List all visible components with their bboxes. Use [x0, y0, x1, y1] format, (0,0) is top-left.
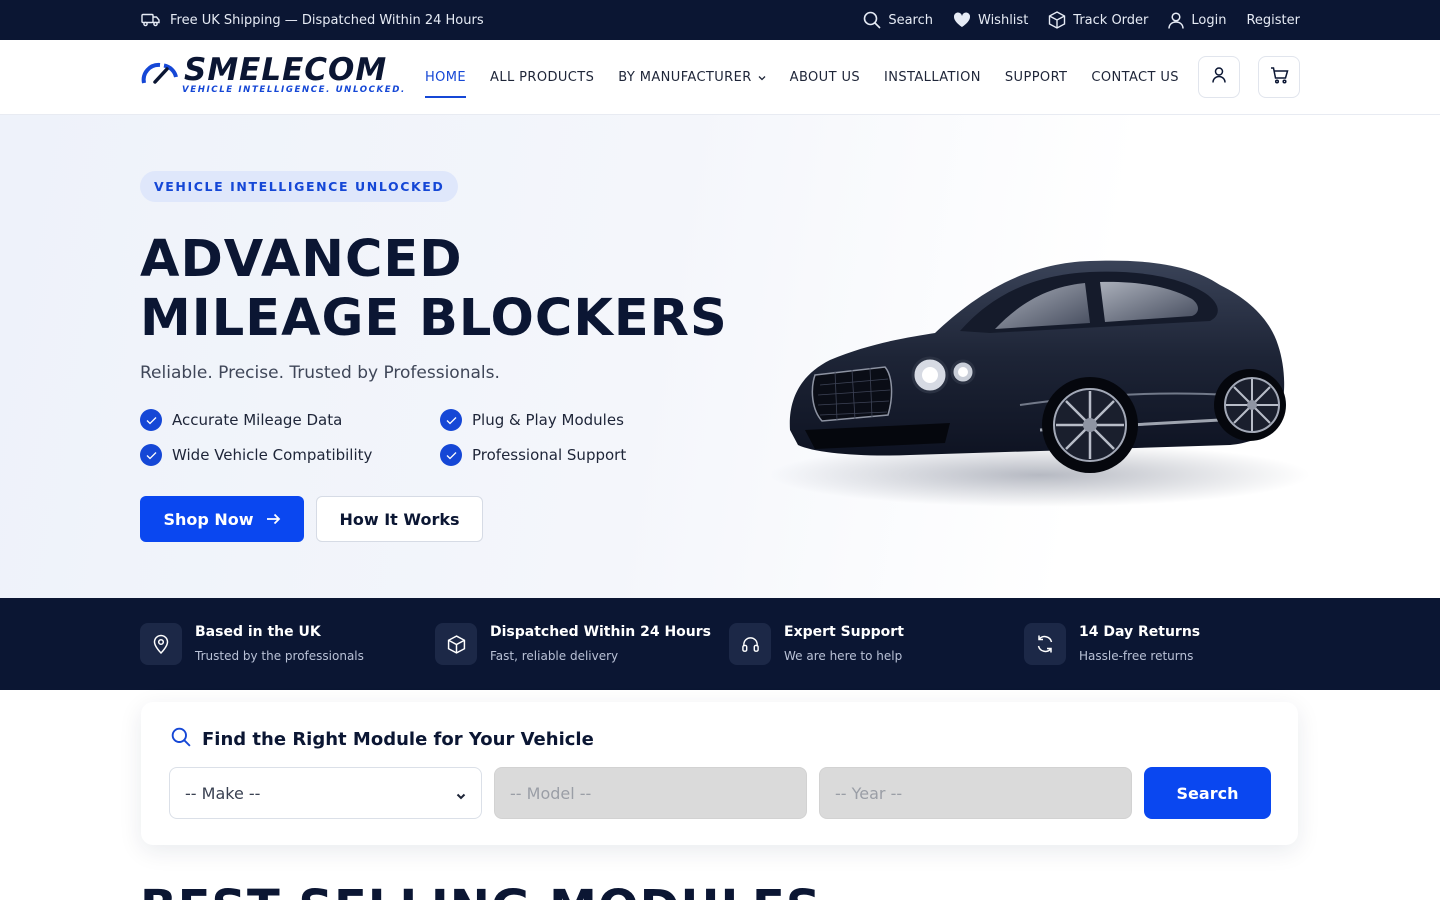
brand-name: SMELECOM	[184, 52, 388, 88]
benefit-title: Based in the UK	[195, 624, 321, 640]
hero-feature-label: Professional Support	[472, 446, 627, 464]
finder-title: Find the Right Module for Your Vehicle	[171, 727, 594, 752]
heart-icon	[953, 12, 971, 28]
check-icon	[140, 444, 162, 466]
benefit-subtitle: We are here to help	[784, 649, 903, 663]
nav-installation-label: INSTALLATION	[884, 70, 981, 85]
register-link[interactable]: Register	[1246, 13, 1300, 28]
nav-support-label: SUPPORT	[1004, 70, 1068, 85]
cart-icon	[1270, 66, 1289, 88]
best-selling-title: BEST SELLING MODULES	[140, 880, 821, 900]
track-order-label: Track Order	[1073, 12, 1149, 28]
hero-feature-label: Plug & Play Modules	[472, 411, 624, 429]
benefit-title: Dispatched Within 24 Hours	[490, 624, 712, 640]
speedometer-logo-icon	[140, 59, 180, 93]
user-icon	[1212, 67, 1226, 87]
wishlist-link[interactable]: Wishlist	[953, 12, 1028, 28]
hero-feature: Accurate Mileage Data	[140, 409, 342, 431]
benefit-item: 14 Day Returns Hassle-free returns	[1024, 623, 1200, 665]
finder-title-text: Find the Right Module for Your Vehicle	[202, 729, 594, 750]
model-select-value: -- Model --	[510, 783, 592, 803]
shipping-text: Free UK Shipping — Dispatched Within 24 …	[170, 12, 484, 28]
nav-by-manufacturer[interactable]: BY MANUFACTURER	[618, 40, 766, 115]
top-search-link[interactable]: Search	[863, 11, 933, 29]
search-icon	[863, 11, 881, 29]
benefit-item: Expert Support We are here to help	[729, 623, 904, 665]
track-order-link[interactable]: Track Order	[1048, 11, 1148, 29]
benefit-subtitle: Hassle-free returns	[1079, 649, 1194, 663]
user-icon	[1168, 11, 1185, 29]
box-icon	[435, 623, 477, 665]
brand-logo[interactable]: SMELECOM VEHICLE INTELLIGENCE. UNLOCKED.	[140, 52, 404, 98]
hero-feature-label: Wide Vehicle Compatibility	[172, 446, 373, 464]
nav-by-manufacturer-label: BY MANUFACTURER	[618, 70, 752, 85]
nav-contact-us-label: CONTACT US	[1091, 70, 1179, 85]
nav-installation[interactable]: INSTALLATION	[884, 40, 981, 115]
truck-icon	[141, 13, 160, 27]
hero-car-image	[770, 260, 1310, 507]
top-search-label: Search	[888, 12, 933, 28]
location-pin-icon	[140, 623, 182, 665]
nav-about-us-label: ABOUT US	[789, 70, 861, 85]
register-label: Register	[1246, 12, 1300, 28]
main-navigation: HOME ALL PRODUCTS BY MANUFACTURER ABOUT …	[425, 40, 1203, 115]
finder-search-label: Search	[1176, 783, 1239, 803]
check-icon	[440, 409, 462, 431]
top-links: Search Wishlist Track Order Login Regist…	[843, 0, 1300, 40]
chevron-down-icon	[758, 70, 766, 85]
benefit-item: Dispatched Within 24 Hours Fast, reliabl…	[435, 623, 711, 665]
hero-title-line-1: ADVANCED	[140, 230, 463, 289]
make-select-value: -- Make --	[185, 783, 261, 803]
nav-home[interactable]: HOME	[425, 40, 467, 115]
benefit-title: 14 Day Returns	[1079, 624, 1201, 640]
check-icon	[140, 409, 162, 431]
check-icon	[440, 444, 462, 466]
vehicle-finder: Find the Right Module for Your Vehicle -…	[141, 702, 1298, 845]
year-select[interactable]: -- Year --	[819, 767, 1132, 819]
make-select[interactable]: -- Make --	[169, 767, 482, 819]
login-link[interactable]: Login	[1168, 11, 1227, 29]
nav-home-label: HOME	[425, 70, 467, 85]
nav-all-products-label: ALL PRODUCTS	[490, 70, 595, 85]
hero-title: ADVANCED MILEAGE BLOCKERS	[140, 230, 728, 348]
nav-about-us[interactable]: ABOUT US	[790, 40, 860, 115]
chevron-down-icon	[455, 787, 467, 806]
nav-all-products[interactable]: ALL PRODUCTS	[490, 40, 594, 115]
how-it-works-label: How It Works	[339, 509, 460, 529]
hero-feature: Professional Support	[440, 444, 626, 466]
headset-icon	[729, 623, 771, 665]
year-select-value: -- Year --	[835, 783, 903, 803]
hero-title-line-2: MILEAGE BLOCKERS	[140, 289, 728, 348]
refresh-icon	[1024, 623, 1066, 665]
nav-contact-us[interactable]: CONTACT US	[1091, 40, 1179, 115]
hero-section: VEHICLE INTELLIGENCE UNLOCKED ADVANCED M…	[0, 115, 1440, 598]
hero-feature-label: Accurate Mileage Data	[172, 411, 343, 429]
search-icon	[171, 727, 191, 752]
benefit-item: Based in the UK Trusted by the professio…	[140, 623, 364, 665]
login-label: Login	[1191, 12, 1227, 28]
benefit-subtitle: Trusted by the professionals	[195, 649, 364, 663]
benefit-subtitle: Fast, reliable delivery	[490, 649, 619, 663]
finder-search-button[interactable]: Search	[1144, 767, 1271, 819]
cart-button[interactable]	[1258, 56, 1300, 98]
how-it-works-button[interactable]: How It Works	[316, 496, 483, 542]
nav-support[interactable]: SUPPORT	[1005, 40, 1068, 115]
shop-now-label: Shop Now	[163, 509, 254, 529]
benefits-strip: Based in the UK Trusted by the professio…	[0, 598, 1440, 690]
hero-feature: Wide Vehicle Compatibility	[140, 444, 372, 466]
account-button[interactable]	[1198, 56, 1240, 98]
wishlist-label: Wishlist	[978, 12, 1029, 28]
hero-feature: Plug & Play Modules	[440, 409, 624, 431]
arrow-right-icon	[266, 510, 281, 529]
main-header: SMELECOM VEHICLE INTELLIGENCE. UNLOCKED.…	[0, 40, 1440, 115]
model-select[interactable]: -- Model --	[494, 767, 807, 819]
hero-subtitle: Reliable. Precise. Trusted by Profession…	[140, 363, 500, 383]
shipping-notice: Free UK Shipping — Dispatched Within 24 …	[141, 0, 484, 40]
shop-now-button[interactable]: Shop Now	[140, 496, 304, 542]
brand-tagline: VEHICLE INTELLIGENCE. UNLOCKED.	[182, 85, 406, 95]
top-announcement-bar: Free UK Shipping — Dispatched Within 24 …	[0, 0, 1440, 40]
benefit-title: Expert Support	[784, 624, 904, 640]
box-icon	[1048, 11, 1066, 29]
hero-eyebrow: VEHICLE INTELLIGENCE UNLOCKED	[140, 171, 459, 202]
